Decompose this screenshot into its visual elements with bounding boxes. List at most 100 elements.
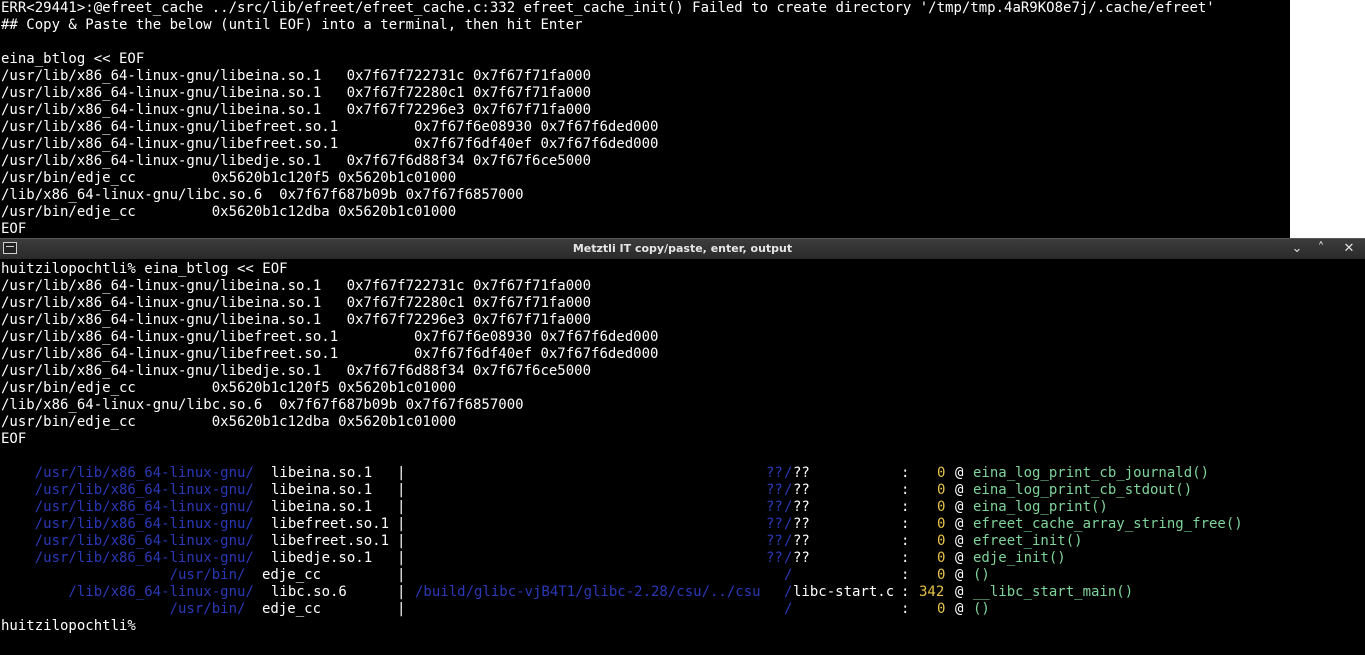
btlog-row: /usr/bin/edje_cc | /: 0 @ () bbox=[1, 567, 1361, 584]
btlog-line-number: 0 bbox=[937, 465, 946, 481]
btlog-src-dir: ?? bbox=[766, 499, 783, 515]
btlog-colon: : bbox=[901, 567, 910, 583]
btlog-function: () bbox=[973, 601, 990, 617]
btlog-at: @ bbox=[955, 601, 964, 617]
btlog-lib-name: libeina.so.1 bbox=[271, 482, 390, 498]
btlog-lib-dir: /lib/x86_64-linux-gnu/ bbox=[1, 584, 254, 600]
btlog-src-dir: ?? bbox=[766, 465, 783, 481]
btlog-lib-dir: /usr/lib/x86_64-linux-gnu/ bbox=[1, 482, 254, 498]
bg-terminal-line: /usr/lib/x86_64-linux-gnu/libeina.so.1 0… bbox=[1, 68, 592, 84]
btlog-separator: | bbox=[397, 516, 406, 532]
btlog-src-sep: / bbox=[784, 516, 793, 532]
btlog-src-sep: / bbox=[784, 601, 793, 617]
btlog-src-sep: / bbox=[784, 499, 793, 515]
background-terminal[interactable]: ERR<29441>:@efreet_cache ../src/lib/efre… bbox=[0, 0, 1290, 238]
btlog-line-number: 342 bbox=[919, 584, 945, 600]
fg-terminal-line: /usr/lib/x86_64-linux-gnu/libedje.so.1 0… bbox=[1, 363, 592, 379]
btlog-at: @ bbox=[955, 550, 964, 566]
fg-terminal-line: /usr/bin/edje_cc 0x5620b1c120f5 0x5620b1… bbox=[1, 380, 457, 396]
btlog-lib-name: edje_cc bbox=[262, 567, 381, 583]
btlog-src-file: ?? bbox=[793, 516, 810, 532]
btlog-src-sep: / bbox=[784, 482, 793, 498]
btlog-row: /usr/lib/x86_64-linux-gnu/libeina.so.1 |… bbox=[1, 482, 1361, 499]
btlog-at: @ bbox=[955, 516, 964, 532]
btlog-at: @ bbox=[955, 482, 964, 498]
btlog-lib-name: edje_cc bbox=[262, 601, 381, 617]
btlog-src-dir: ?? bbox=[766, 533, 783, 549]
btlog-src-dir: ?? bbox=[766, 550, 783, 566]
window-titlebar[interactable]: Metztli IT copy/paste, enter, output ⌄ ˄… bbox=[0, 238, 1365, 259]
btlog-separator: | bbox=[397, 533, 406, 549]
btlog-separator: | bbox=[397, 482, 406, 498]
fg-terminal-line: /usr/lib/x86_64-linux-gnu/libeina.so.1 0… bbox=[1, 278, 592, 294]
btlog-function: eina_log_print_cb_journald() bbox=[973, 465, 1210, 481]
btlog-line-number: 0 bbox=[937, 499, 946, 515]
fg-terminal-line: /usr/lib/x86_64-linux-gnu/libefreet.so.1… bbox=[1, 329, 659, 345]
btlog-function: eina_log_print() bbox=[973, 499, 1108, 515]
btlog-colon: : bbox=[901, 584, 910, 600]
btlog-at: @ bbox=[955, 465, 964, 481]
foreground-terminal[interactable]: huitzilopochtli% eina_btlog << EOF/usr/l… bbox=[0, 259, 1365, 655]
bg-terminal-line: /lib/x86_64-linux-gnu/libc.so.6 0x7f67f6… bbox=[1, 187, 524, 203]
btlog-colon: : bbox=[901, 482, 910, 498]
btlog-lib-dir: /usr/lib/x86_64-linux-gnu/ bbox=[1, 550, 254, 566]
fg-terminal-line: /lib/x86_64-linux-gnu/libc.so.6 0x7f67f6… bbox=[1, 397, 524, 413]
btlog-src-sep: / bbox=[784, 567, 793, 583]
fg-terminal-line: /usr/lib/x86_64-linux-gnu/libeina.so.1 0… bbox=[1, 295, 592, 311]
bg-terminal-line: /usr/lib/x86_64-linux-gnu/libefreet.so.1… bbox=[1, 136, 659, 152]
maximize-icon[interactable]: ˄ bbox=[1311, 239, 1331, 259]
bg-terminal-line: /usr/bin/edje_cc 0x5620b1c120f5 0x5620b1… bbox=[1, 170, 457, 186]
btlog-src-file: ?? bbox=[793, 550, 810, 566]
fg-terminal-line: /usr/lib/x86_64-linux-gnu/libeina.so.1 0… bbox=[1, 312, 592, 328]
shell-prompt[interactable]: huitzilopochtli% bbox=[1, 618, 136, 635]
btlog-colon: : bbox=[901, 533, 910, 549]
btlog-function: eina_log_print_cb_stdout() bbox=[973, 482, 1193, 498]
btlog-src-sep: / bbox=[784, 533, 793, 549]
btlog-lib-dir: /usr/lib/x86_64-linux-gnu/ bbox=[1, 499, 254, 515]
close-icon[interactable]: ✕ bbox=[1339, 239, 1359, 259]
minimize-icon[interactable]: ⌄ bbox=[1287, 239, 1307, 259]
btlog-separator: | bbox=[397, 601, 406, 617]
fg-terminal-line: /usr/lib/x86_64-linux-gnu/libefreet.so.1… bbox=[1, 346, 659, 362]
btlog-lib-dir: /usr/lib/x86_64-linux-gnu/ bbox=[1, 465, 254, 481]
btlog-row: /usr/lib/x86_64-linux-gnu/libefreet.so.1… bbox=[1, 533, 1361, 550]
btlog-src-sep: / bbox=[784, 465, 793, 481]
btlog-line-number: 0 bbox=[937, 533, 946, 549]
btlog-lib-name: libeina.so.1 bbox=[271, 499, 390, 515]
btlog-at: @ bbox=[955, 499, 964, 515]
btlog-colon: : bbox=[901, 465, 910, 481]
btlog-colon: : bbox=[901, 499, 910, 515]
btlog-line-number: 0 bbox=[937, 550, 946, 566]
btlog-function: efreet_cache_array_string_free() bbox=[973, 516, 1243, 532]
fg-terminal-line: huitzilopochtli% eina_btlog << EOF bbox=[1, 261, 288, 277]
btlog-line-number: 0 bbox=[937, 601, 946, 617]
btlog-src-file: ?? bbox=[793, 465, 810, 481]
btlog-at: @ bbox=[955, 533, 964, 549]
bg-terminal-line: EOF bbox=[1, 221, 27, 237]
btlog-src-file: ?? bbox=[793, 499, 810, 515]
btlog-src-sep: / bbox=[784, 584, 793, 600]
btlog-line-number: 0 bbox=[937, 567, 946, 583]
btlog-lib-name: libedje.so.1 bbox=[271, 550, 390, 566]
btlog-row: /usr/lib/x86_64-linux-gnu/libeina.so.1 |… bbox=[1, 499, 1361, 516]
btlog-separator: | bbox=[397, 584, 406, 600]
btlog-lib-name: libc.so.6 bbox=[271, 584, 390, 600]
btlog-at: @ bbox=[955, 584, 964, 600]
btlog-function: edje_init() bbox=[973, 550, 1066, 566]
btlog-src-file: libc-start.c bbox=[793, 584, 895, 600]
btlog-src-dir: /build/glibc-vjB4T1/glibc-2.28/csu/../cs… bbox=[415, 584, 761, 600]
btlog-src-sep: / bbox=[784, 550, 793, 566]
btlog-at: @ bbox=[955, 567, 964, 583]
btlog-separator: | bbox=[397, 499, 406, 515]
bg-terminal-line: /usr/lib/x86_64-linux-gnu/libeina.so.1 0… bbox=[1, 85, 592, 101]
btlog-separator: | bbox=[397, 567, 406, 583]
fg-terminal-line: EOF bbox=[1, 431, 27, 447]
btlog-row: /usr/lib/x86_64-linux-gnu/libeina.so.1 |… bbox=[1, 465, 1361, 482]
btlog-function: __libc_start_main() bbox=[973, 584, 1134, 600]
btlog-line-number: 0 bbox=[937, 482, 946, 498]
bg-terminal-line: eina_btlog << EOF bbox=[1, 51, 145, 67]
window-title: Metztli IT copy/paste, enter, output bbox=[572, 242, 793, 255]
btlog-row: /usr/lib/x86_64-linux-gnu/libedje.so.1 |… bbox=[1, 550, 1361, 567]
btlog-lib-name: libeina.so.1 bbox=[271, 465, 390, 481]
btlog-colon: : bbox=[901, 550, 910, 566]
